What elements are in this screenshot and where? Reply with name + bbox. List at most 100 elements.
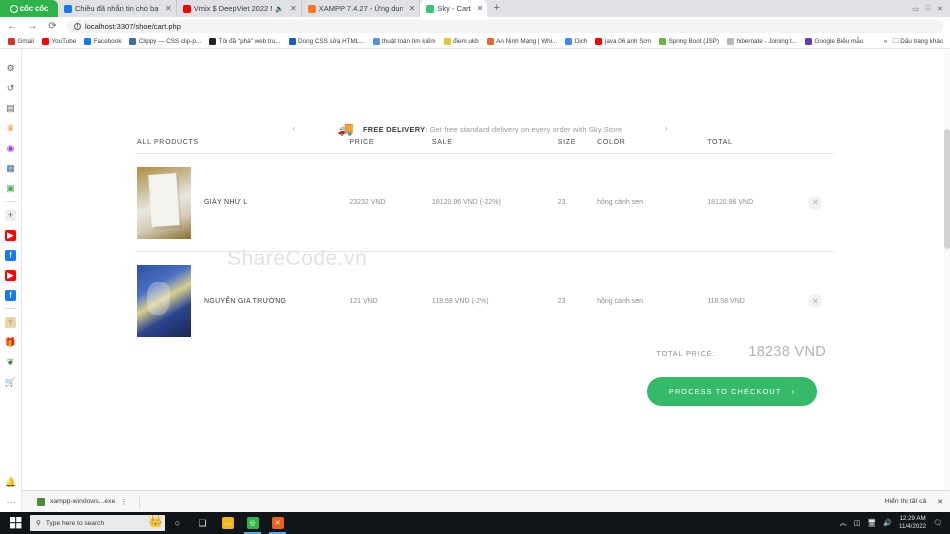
process-to-checkout-button[interactable]: PROCESS TO CHECKOUT › [646, 377, 817, 406]
taskbar-cortana-icon[interactable]: ○ [165, 512, 190, 534]
bookmark-13[interactable]: Google Biểu mẫu [801, 38, 867, 45]
add-icon: + [5, 209, 16, 221]
bookmark-10[interactable]: java 06 anh Sơn [591, 38, 655, 45]
side-panel-game-icon[interactable]: ▣ [0, 178, 22, 198]
tab-close-icon[interactable]: ✕ [162, 4, 172, 13]
web-page-content: ♺ SHARECODE.vn ‹ 🚚 FREE DELIVERY: Get fr… [22, 49, 944, 489]
browser-tab-2[interactable]: XAMPP 7.4.27 - Ứng dụng th✕ [301, 0, 421, 17]
bookmark-7[interactable]: điem ukb [440, 38, 483, 45]
side-panel-chart-icon[interactable]: ▦ [0, 158, 22, 178]
back-icon[interactable]: ← [7, 21, 18, 32]
product-thumbnail[interactable] [137, 265, 191, 337]
bookmark-label: hibernate - Joining t... [736, 38, 798, 45]
site-info-icon[interactable]: i [74, 22, 81, 30]
bookmark-6[interactable]: thuật toán tìm kiếm [369, 38, 440, 45]
bookmark-3[interactable]: Clippy — CSS clip-p... [125, 38, 205, 45]
cortana-avatar-icon[interactable]: 👑 [148, 515, 163, 528]
product-size: 23 [557, 297, 566, 305]
product-sale: 118.58 VND (-2%) [431, 297, 489, 305]
side-panel-gift-icon[interactable]: 🎁 [0, 332, 22, 352]
taskbar-file-explorer-icon[interactable]: ▬ [215, 512, 240, 534]
side-panel-messenger-icon[interactable]: ◉ [0, 138, 22, 158]
side-panel-facebook-icon[interactable]: f [0, 245, 22, 265]
bookmark-0[interactable]: Gmail [4, 38, 38, 45]
battery-icon[interactable]: ◫ [854, 519, 861, 527]
remove-item-button[interactable]: ✕ [808, 294, 823, 308]
tab-close-icon[interactable]: ✕ [474, 4, 484, 13]
page-scrollbar-track[interactable] [944, 49, 950, 512]
taskbar-clock[interactable]: 12:29 AM 11/4/2022 [899, 515, 926, 531]
start-button[interactable] [2, 512, 30, 534]
tab-title: Sky - Cart [437, 4, 471, 13]
bookmark-favicon [372, 38, 380, 45]
side-panel-add-icon[interactable]: + [0, 205, 22, 225]
side-panel-facebook-icon-2[interactable]: f [0, 285, 22, 305]
reload-icon[interactable]: ⟳ [47, 21, 58, 32]
bookmark-11[interactable]: Spring Boot (JSP) [655, 38, 723, 45]
other-bookmarks-folder[interactable]: 🗀 Dấu trang khác [892, 36, 943, 47]
download-item[interactable]: xampp-windows...exe ⋮ [29, 497, 127, 506]
side-panel-history-icon[interactable]: ↺ [0, 78, 22, 98]
side-panel-leaf-icon[interactable]: ❦ [0, 352, 22, 372]
bookmark-8[interactable]: An Ninh Mạng | Whi... [483, 38, 562, 45]
browser-tab-3[interactable]: Sky - Cart ✕ [420, 0, 488, 17]
network-icon[interactable]: 🖥 [867, 519, 876, 527]
new-tab-button[interactable]: + [487, 0, 505, 17]
bookmark-12[interactable]: hibernate - Joining t... [723, 38, 801, 45]
bookmark-2[interactable]: Facebook [80, 38, 125, 45]
notification-bell-icon[interactable]: 🔔 [0, 472, 22, 492]
bookmark-label: An Ninh Mạng | Whi... [496, 38, 558, 45]
side-panel-crown-icon[interactable]: ♛ [0, 118, 22, 138]
browser-tab-1[interactable]: Vmix $ DeepViet 2022 M 🔈 ✕ [176, 0, 302, 17]
facebook-icon-2: f [5, 289, 16, 301]
side-panel-gear-icon[interactable]: ⚙ [0, 58, 22, 78]
taskbar-xampp-icon[interactable]: ✕ [265, 512, 290, 534]
close-window-icon[interactable]: ✕ [937, 5, 943, 13]
facebook-icon [64, 4, 72, 13]
action-center-icon[interactable]: 🗨 [933, 519, 942, 527]
bookmark-9[interactable]: Dịch [561, 38, 591, 45]
remove-item-button[interactable]: ✕ [808, 195, 823, 210]
side-panel-reading-list-icon[interactable]: ▤ [0, 98, 22, 118]
product-total: 18120.96 VND [707, 199, 754, 206]
more-options-icon[interactable]: ⋯ [0, 492, 22, 512]
tab-close-icon[interactable]: ✕ [287, 4, 297, 13]
remove-cell: ✕ [796, 195, 835, 210]
tab-audio-icon[interactable]: 🔈 [275, 5, 284, 13]
page-scrollbar-thumb[interactable] [944, 129, 950, 249]
side-panel-youtube-icon-2[interactable]: ▶ [0, 265, 22, 285]
bookmark-1[interactable]: YouTube [38, 38, 80, 45]
url-input[interactable]: i localhost:3307/shoe/cart.php [67, 19, 943, 33]
bookmark-4[interactable]: Tôi đã "phá" web tru... [205, 38, 284, 45]
bookmarks-overflow-icon[interactable]: » [884, 38, 888, 45]
side-panel-pharaoh-icon[interactable]: ☥ [0, 312, 22, 332]
side-panel-cart-icon[interactable]: 🛒 [0, 372, 22, 392]
taskbar-search-box[interactable]: ⚲ Type here to search 👑 [30, 515, 165, 531]
volume-icon[interactable]: 🔊 [883, 519, 892, 527]
tab-close-icon[interactable]: ✕ [406, 4, 416, 13]
product-thumbnail[interactable] [137, 166, 191, 239]
forward-icon[interactable]: → [27, 21, 38, 32]
browser-tab-0[interactable]: Chiều đã nhắn tin cho bạn ✕ [58, 0, 177, 17]
search-placeholder-text: Type here to search [45, 519, 105, 527]
coccoc-icon: ◎ [246, 517, 259, 529]
taskbar-coccoc-icon[interactable]: ◎ [240, 512, 265, 534]
maximize-icon[interactable]: □ [926, 5, 930, 12]
bookmark-5[interactable]: Dùng CSS sửa HTML... [285, 38, 369, 45]
show-hidden-icons-icon[interactable]: ︽ [840, 518, 847, 528]
bookmarks-bar: Gmail YouTube Facebook Clippy — CSS clip-p.… [0, 35, 950, 49]
close-downloads-bar-icon[interactable]: ✕ [937, 498, 943, 506]
download-menu-icon[interactable]: ⋮ [120, 498, 127, 506]
side-panel-youtube-icon[interactable]: ▶ [0, 225, 22, 245]
minimize-icon[interactable]: ▭ [912, 5, 919, 13]
messenger-icon: ◉ [6, 142, 15, 153]
xampp-icon: ✕ [271, 517, 284, 529]
taskbar-task-view-icon[interactable]: ❏ [190, 512, 215, 534]
bookmark-label: Dịch [574, 38, 588, 45]
bookmark-favicon [41, 38, 49, 45]
bookmark-label: Tôi đã "phá" web tru... [218, 38, 281, 45]
bookmark-label: điem ukb [453, 38, 479, 45]
product-sale: 18120.96 VND (-22%) [431, 199, 501, 206]
show-all-downloads-link[interactable]: Hiển thị tất cả [885, 498, 927, 505]
header-sale: SALE [431, 139, 453, 146]
